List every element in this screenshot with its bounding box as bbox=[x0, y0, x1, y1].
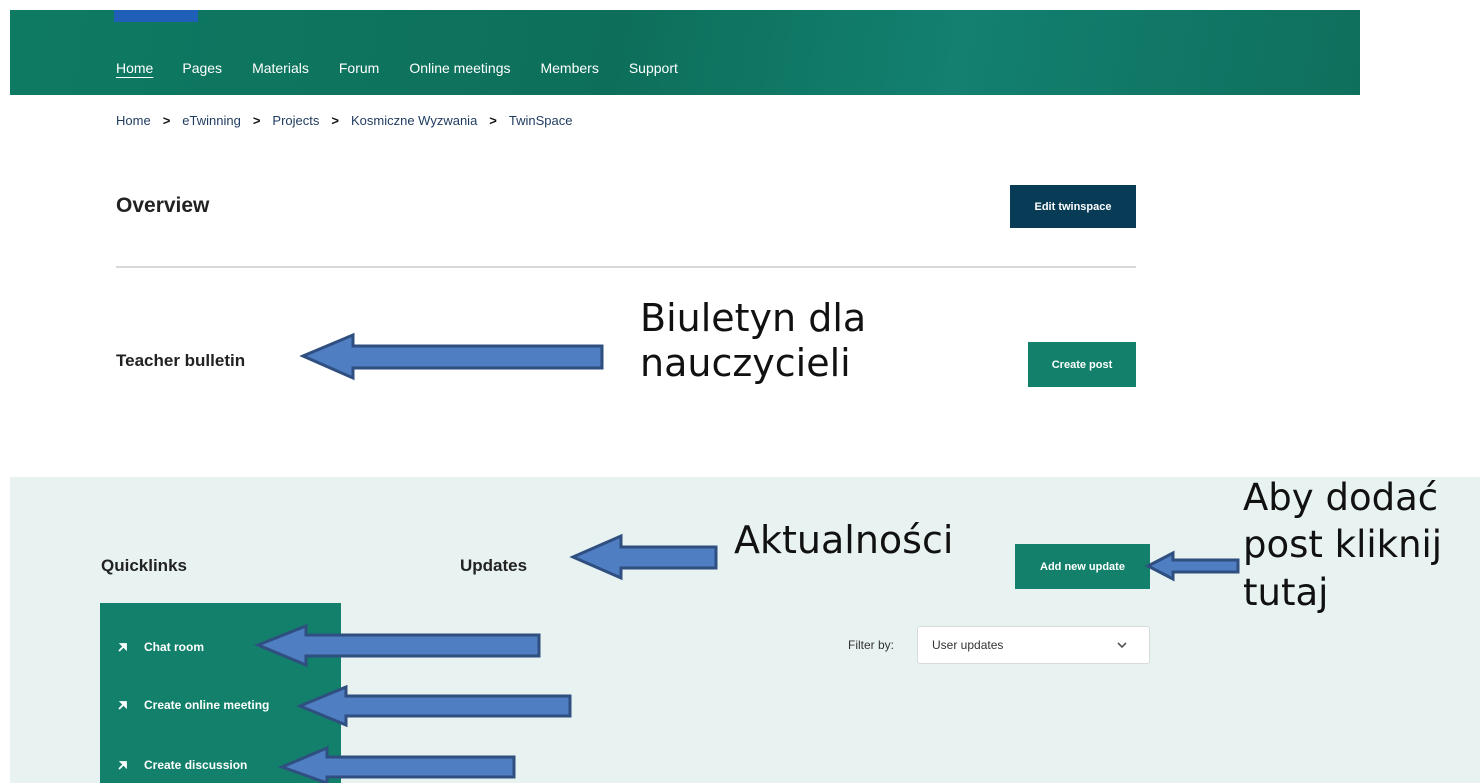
nav-item-support[interactable]: Support bbox=[629, 60, 678, 76]
nav-item-home[interactable]: Home bbox=[116, 60, 153, 76]
annotation-bulletin-line1: Biuletyn dla bbox=[640, 296, 867, 340]
quicklinks-panel: Chat room Create online meeting Create d… bbox=[100, 603, 341, 783]
annotation-add-line1: Aby dodać bbox=[1243, 476, 1439, 519]
filter-label: Filter by: bbox=[848, 638, 895, 652]
breadcrumb: Home > eTwinning > Projects > Kosmiczne … bbox=[116, 113, 572, 128]
annotation-add-post: Aby dodać post kliknij tutaj bbox=[1243, 474, 1442, 616]
quicklink-label: Chat room bbox=[144, 640, 204, 654]
divider bbox=[116, 266, 1136, 268]
breadcrumb-twinspace: TwinSpace bbox=[508, 113, 573, 128]
create-post-button[interactable]: Create post bbox=[1028, 342, 1136, 387]
add-new-update-button[interactable]: Add new update bbox=[1015, 544, 1150, 589]
logo-strip bbox=[114, 10, 198, 22]
quicklink-label: Create online meeting bbox=[144, 698, 270, 712]
quicklinks-title: Quicklinks bbox=[101, 556, 187, 575]
edit-twinspace-button[interactable]: Edit twinspace bbox=[1010, 185, 1136, 228]
quicklink-label: Create discussion bbox=[144, 758, 248, 772]
breadcrumb-project-name[interactable]: Kosmiczne Wyzwania bbox=[351, 113, 477, 128]
nav-item-forum[interactable]: Forum bbox=[339, 60, 379, 76]
main-nav: Home Pages Materials Forum Online meetin… bbox=[116, 60, 708, 76]
updates-title: Updates bbox=[460, 556, 528, 575]
nav-item-materials[interactable]: Materials bbox=[252, 60, 309, 76]
breadcrumb-separator: > bbox=[162, 113, 171, 128]
annotation-add-line3: tutaj bbox=[1243, 570, 1329, 614]
arrow-upright-icon bbox=[116, 698, 130, 712]
breadcrumb-home[interactable]: Home bbox=[116, 113, 151, 128]
filter-selected-value: User updates bbox=[932, 638, 1004, 652]
chevron-down-icon bbox=[1117, 638, 1127, 652]
quicklink-create-online-meeting[interactable]: Create online meeting bbox=[116, 698, 269, 712]
arrow-left-icon bbox=[299, 332, 604, 381]
quicklink-create-discussion[interactable]: Create discussion bbox=[116, 758, 247, 772]
breadcrumb-separator: > bbox=[252, 113, 261, 128]
teacher-bulletin-title: Teacher bulletin bbox=[116, 351, 246, 370]
page-title: Overview bbox=[116, 194, 210, 217]
nav-item-online-meetings[interactable]: Online meetings bbox=[409, 60, 510, 76]
nav-item-members[interactable]: Members bbox=[540, 60, 598, 76]
breadcrumb-separator: > bbox=[489, 113, 497, 128]
arrow-upright-icon bbox=[116, 640, 130, 654]
arrow-upright-icon bbox=[116, 758, 130, 772]
annotation-add-line2: post kliknij bbox=[1243, 523, 1443, 567]
breadcrumb-etwinning[interactable]: eTwinning bbox=[182, 113, 241, 128]
quicklink-chat-room[interactable]: Chat room bbox=[116, 640, 204, 654]
annotation-bulletin-line2: nauczycieli bbox=[640, 340, 851, 385]
filter-select[interactable]: User updates bbox=[917, 626, 1150, 664]
top-navigation-bar: Home Pages Materials Forum Online meetin… bbox=[10, 10, 1360, 95]
breadcrumb-separator: > bbox=[331, 113, 339, 128]
breadcrumb-projects[interactable]: Projects bbox=[272, 113, 319, 128]
nav-item-pages[interactable]: Pages bbox=[182, 60, 222, 76]
annotation-updates: Aktualności bbox=[734, 518, 954, 562]
annotation-bulletin: Biuletyn dla nauczycieli bbox=[640, 296, 866, 386]
